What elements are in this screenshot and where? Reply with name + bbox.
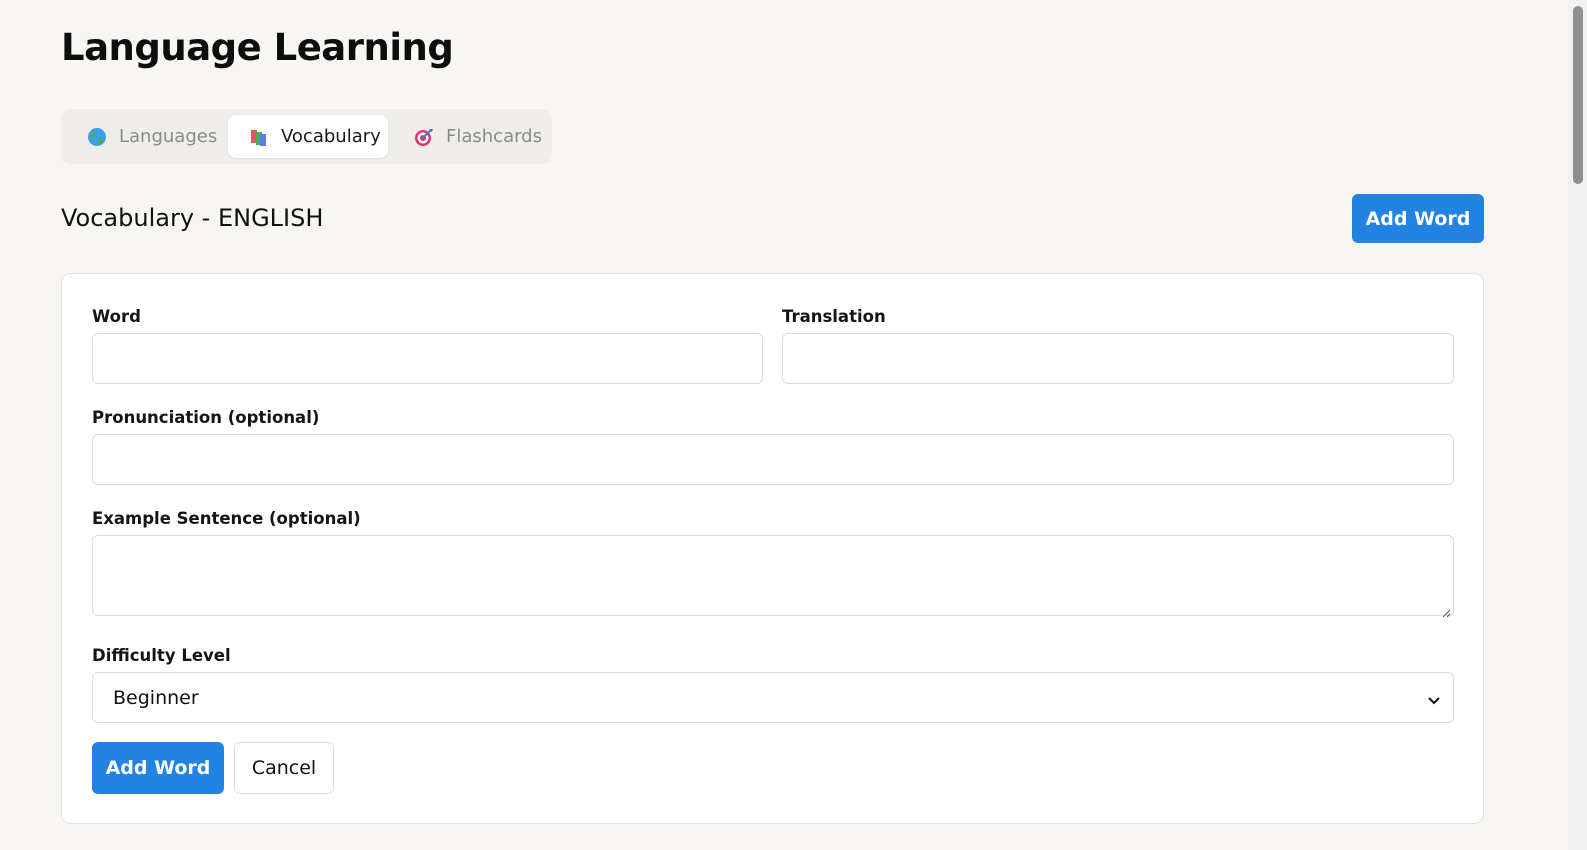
example-sentence-wrapper [92,535,1454,618]
example-sentence-textarea[interactable] [92,535,1454,616]
tab-languages[interactable]: Languages [87,115,227,158]
app-title: Language Learning [61,26,454,69]
word-label: Word [92,307,141,326]
chevron-down-icon [1427,691,1441,705]
tab-bar: Languages Vocabulary Flashcards [61,109,552,164]
tab-label: Languages [119,126,218,147]
difficulty-label: Difficulty Level [92,646,231,665]
target-icon [414,127,434,147]
pronunciation-input[interactable] [92,434,1454,485]
tab-label: Flashcards [446,126,542,147]
section-title: Vocabulary - ENGLISH [61,204,324,232]
scrollbar-thumb[interactable] [1573,6,1583,184]
page: Language Learning Languages Vocabulary F… [0,0,1587,850]
translation-label: Translation [782,307,886,326]
word-input[interactable] [92,333,763,384]
tab-vocabulary[interactable]: Vocabulary [228,115,388,158]
scrollbar[interactable] [1568,0,1587,850]
example-sentence-label: Example Sentence (optional) [92,509,361,528]
add-word-form: Word Translation Pronunciation (optional… [61,273,1484,824]
difficulty-select[interactable]: Beginner [92,672,1454,723]
add-word-button[interactable]: Add Word [1352,194,1484,243]
tab-label: Vocabulary [281,126,381,147]
difficulty-selected-value: Beginner [113,686,199,709]
submit-add-word-button[interactable]: Add Word [92,742,224,794]
pronunciation-label: Pronunciation (optional) [92,408,320,427]
resize-handle-icon[interactable] [1441,603,1451,618]
cancel-button[interactable]: Cancel [234,742,334,794]
books-icon [249,127,269,147]
translation-input[interactable] [782,333,1454,384]
tab-flashcards[interactable]: Flashcards [414,115,544,158]
globe-icon [87,127,107,147]
